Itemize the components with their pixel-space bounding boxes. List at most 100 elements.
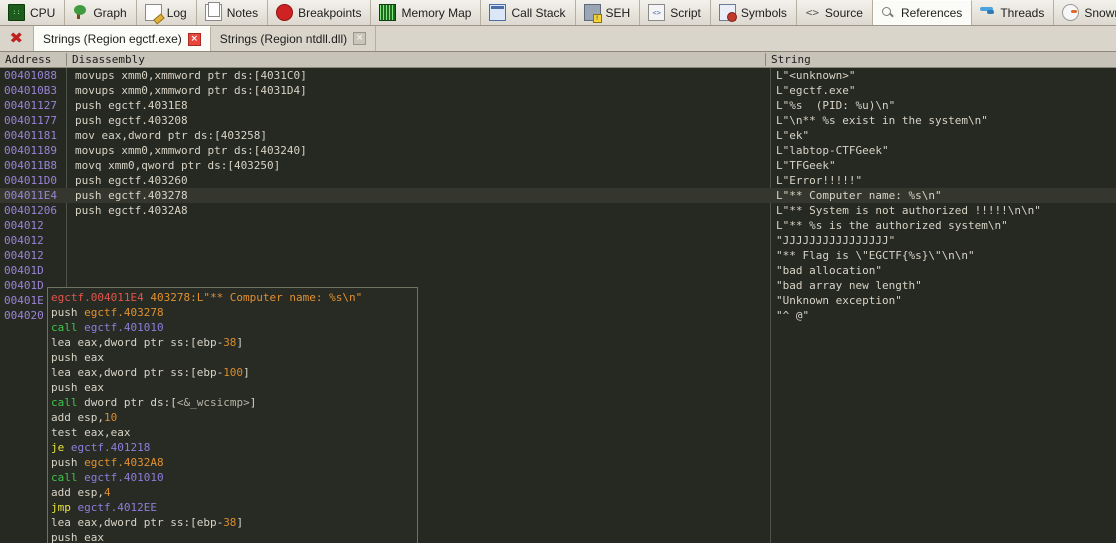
row-string: L"%s (PID: %u)\n": [776, 99, 896, 112]
view-tab-label: Symbols: [740, 5, 787, 20]
tooltip-code-line: call dword ptr ds:[<&_wcsicmp>]: [51, 396, 257, 409]
row-address: 004012: [4, 249, 44, 262]
row-string: "** Flag is \"EGCTF{%s}\"\n\n": [776, 249, 975, 262]
view-tab-references[interactable]: References: [872, 0, 973, 25]
tooltip-code-line: push egctf.403278: [51, 306, 164, 319]
source-angle-brackets-icon: <>: [805, 6, 820, 19]
snowman-icon: [1062, 4, 1080, 21]
view-tab-log[interactable]: Log: [137, 0, 197, 25]
tooltip-code-line: add esp,10: [51, 411, 118, 424]
tooltip-code-line: jmp egctf.4012EE: [51, 501, 157, 514]
view-tab-call-stack[interactable]: Call Stack: [481, 0, 576, 25]
view-tab-seh[interactable]: SEH: [576, 0, 641, 25]
view-tab-memory-map[interactable]: Memory Map: [371, 0, 482, 25]
strings-tab-close-icon[interactable]: ×: [353, 32, 367, 45]
view-tab-script[interactable]: <> Script: [640, 0, 711, 25]
notes-icon: [204, 2, 222, 21]
table-row[interactable]: 004012 "** Flag is \"EGCTF{%s}\"\n\n": [0, 248, 1116, 263]
table-row[interactable]: 004010B3 movups xmm0,xmmword ptr ds:[4031…: [0, 83, 1116, 98]
view-tab-label: Call Stack: [511, 5, 566, 20]
row-string: L"** %s is the authorized system\n": [776, 219, 1008, 232]
view-tab-notes[interactable]: Notes: [197, 0, 269, 25]
table-row[interactable]: 004012 L"** %s is the authorized system\n…: [0, 218, 1116, 233]
table-row[interactable]: 00401189 movups xmm0,xmmword ptr ds:[4032…: [0, 143, 1116, 158]
row-address: 004011E4: [4, 189, 57, 202]
row-disassembly: push egctf.403208: [75, 114, 188, 127]
tooltip-code-line: add esp,4: [51, 486, 111, 499]
view-tab-label: Breakpoints: [298, 5, 362, 20]
row-address: 00401D: [4, 264, 44, 277]
row-string: L"** Computer name: %s\n": [776, 189, 942, 202]
view-tab-cpu[interactable]: :: CPU: [0, 0, 66, 25]
row-string: L"labtop-CTFGeek": [776, 144, 889, 157]
view-tab-graph[interactable]: Graph: [65, 0, 137, 25]
view-tab-label: Graph: [93, 5, 127, 20]
row-address: 00401127: [4, 99, 57, 112]
table-row[interactable]: 00401127 push egctf.4031E8 L"%s (PID: %u)\…: [0, 98, 1116, 113]
memory-map-icon: [379, 4, 397, 21]
tooltip-code-line: lea eax,dword ptr ss:[ebp-100]: [51, 366, 250, 379]
row-address: 00401206: [4, 204, 57, 217]
table-row[interactable]: 004011D0 push egctf.403260 L"Error!!!!!": [0, 173, 1116, 188]
row-address: 00401088: [4, 69, 57, 82]
tooltip-code-line: call egctf.401010: [51, 321, 164, 334]
main-view-tabbar: :: CPU Graph Log Notes Breakpoints Memory Map C…: [0, 0, 1116, 26]
view-tab-label: Threads: [1000, 5, 1045, 20]
view-tab-label: SEH: [605, 5, 631, 20]
tooltip-code-line: lea eax,dword ptr ss:[ebp-38]: [51, 336, 244, 349]
tooltip-code-line: call egctf.401010: [51, 471, 164, 484]
strings-tab-label: Strings (Region ntdll.dll): [219, 31, 348, 46]
view-tab-snowman[interactable]: Snowman: [1054, 0, 1116, 25]
table-row[interactable]: 00401088 movups xmm0,xmmword ptr ds:[4031…: [0, 68, 1116, 83]
row-string: L"** System is not authorized !!!!!\n\n": [776, 204, 1041, 217]
view-tab-source[interactable]: <> Source: [797, 0, 873, 25]
row-address: 004011D0: [4, 174, 57, 187]
strings-tab-close-icon[interactable]: ×: [187, 32, 201, 46]
view-tab-breakpoints[interactable]: Breakpoints: [268, 0, 372, 25]
cpu-icon: ::: [8, 4, 25, 21]
strings-tab-ntdll-dll[interactable]: Strings (Region ntdll.dll) ×: [211, 26, 377, 51]
table-row[interactable]: 00401181 mov eax,dword ptr ds:[403258] L"e…: [0, 128, 1116, 143]
row-disassembly: push egctf.4031E8: [75, 99, 188, 112]
strings-table-body[interactable]: 00401088 movups xmm0,xmmword ptr ds:[4031…: [0, 68, 1116, 543]
row-string: L"\n** %s exist in the system\n": [776, 114, 988, 127]
row-disassembly: movups xmm0,xmmword ptr ds:[4031D4]: [75, 84, 307, 97]
table-row[interactable]: 004012 "JJJJJJJJJJJJJJJJ": [0, 233, 1116, 248]
view-tab-label: Memory Map: [401, 5, 472, 20]
log-page-icon: [144, 4, 162, 21]
script-icon: <>: [648, 4, 666, 21]
row-string: L"egctf.exe": [776, 84, 856, 97]
row-disassembly: push egctf.4032A8: [75, 204, 188, 217]
close-all-tabs-button[interactable]: ✖: [0, 26, 34, 51]
disassembler-strings-window: :: CPU Graph Log Notes Breakpoints Memory Map C…: [0, 0, 1116, 543]
table-row[interactable]: 004011B8 movq xmm0,qword ptr ds:[403250] L…: [0, 158, 1116, 173]
table-row[interactable]: 00401D "bad allocation": [0, 263, 1116, 278]
row-string: L"TFGeek": [776, 159, 836, 172]
row-address: 00401177: [4, 114, 57, 127]
strings-tab-egctf-exe[interactable]: Strings (Region egctf.exe) ×: [34, 26, 211, 51]
tooltip-code-line: je egctf.401218: [51, 441, 151, 454]
view-tab-label: Notes: [226, 5, 259, 20]
tooltip-code-line: egctf.004011E4 403278:L"** Computer name…: [51, 291, 363, 304]
row-disassembly: mov eax,dword ptr ds:[403258]: [75, 129, 268, 142]
table-row[interactable]: 00401206 push egctf.4032A8 L"** System is …: [0, 203, 1116, 218]
column-header-disassembly[interactable]: Disassembly: [67, 52, 765, 67]
column-header-address[interactable]: Address: [0, 52, 66, 67]
view-tab-threads[interactable]: Threads: [972, 0, 1055, 25]
instruction-preview-tooltip: egctf.004011E4 403278:L"** Computer name…: [47, 287, 418, 543]
row-string: "^ @": [776, 309, 810, 322]
tooltip-code-line: test eax,eax: [51, 426, 131, 439]
tooltip-code-line: push eax: [51, 381, 104, 394]
graph-tree-icon: [73, 5, 88, 20]
table-row[interactable]: 004011E4 push egctf.403278 L"** Computer n…: [0, 188, 1116, 203]
threads-icon: [980, 5, 995, 20]
view-tab-label: Source: [824, 5, 863, 20]
view-tab-label: Log: [166, 5, 187, 20]
column-header-string[interactable]: String: [766, 52, 1116, 67]
view-tab-symbols[interactable]: Symbols: [711, 0, 797, 25]
table-row[interactable]: 00401177 push egctf.403208 L"\n** %s exist…: [0, 113, 1116, 128]
row-string: L"ek": [776, 129, 810, 142]
row-address: 004011B8: [4, 159, 57, 172]
tooltip-code-listing: egctf.004011E4 403278:L"** Computer name…: [51, 290, 417, 543]
close-all-x-icon: ✖: [9, 29, 24, 47]
